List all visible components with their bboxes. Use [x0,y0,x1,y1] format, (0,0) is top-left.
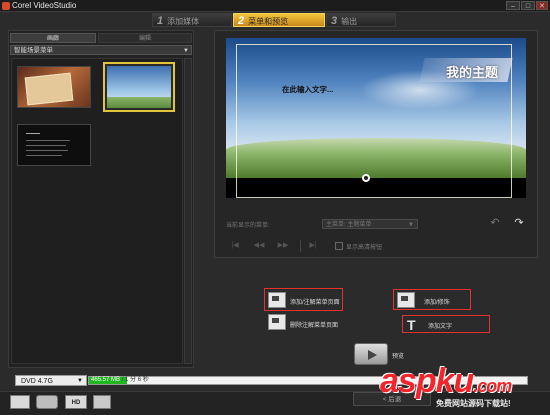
capacity-readout: 465.57 MB / 1 分 6 秒 [91,376,149,385]
disc-type-select[interactable]: DVD 4.7G ▼ [15,375,87,386]
step-label: 菜单和预览 [248,17,289,26]
previous-icon[interactable]: ◀◀ [252,241,266,251]
tab-edit[interactable]: 编辑 [98,33,192,43]
hd-dvd-icon[interactable]: HD [65,395,87,409]
go-to-start-icon[interactable]: |◀ [228,241,242,251]
close-button[interactable]: ✕ [536,1,548,10]
step-label: 输出 [341,17,358,26]
help-icon[interactable] [10,395,30,409]
watermark-slogan: 免费网站源码下载站! [436,399,511,408]
preview-button-label[interactable]: 预览 [392,351,404,360]
app-logo-icon [2,2,10,10]
step-output[interactable]: 3 输出 [326,13,396,27]
text-icon: T [407,317,416,333]
watermark-logo: aspku.com [380,362,512,401]
toolbar-divider [300,240,301,252]
disc-type-value: DVD 4.7G [21,378,53,385]
current-menu-value: 主菜单: 主题菜单 [326,222,372,228]
maximize-button[interactable]: □ [521,1,535,10]
capacity-size: 465.57 MB [91,377,121,383]
hd-button-label: 显示高清按钮 [346,245,383,251]
chevron-down-icon: ▼ [77,378,83,384]
navigation-button-icon[interactable] [362,174,370,182]
hd-button-checkbox[interactable] [335,242,343,250]
add-chapter-label: 添加/注解菜单页面 [290,300,340,306]
category-select[interactable]: 智能场景菜单 ▼ [10,45,192,55]
chevron-down-icon: ▼ [408,222,414,228]
menu-main-title[interactable]: 我的主题 [446,62,498,81]
tab-gallery[interactable]: 画廊 [10,33,96,43]
menu-template-thumbnail[interactable] [17,124,91,166]
gear-icon[interactable] [36,395,58,409]
motion-filter-icon [397,292,415,308]
vertical-scrollbar[interactable] [184,58,192,364]
step-number: 1 [157,15,164,27]
step-menu-preview[interactable]: 2 菜单和预览 [233,13,325,27]
chevron-down-icon: ▼ [183,48,189,54]
redo-icon[interactable]: ↷ [513,217,525,229]
current-menu-select[interactable]: 主菜单: 主题菜单 ▼ [322,219,418,229]
watermark-brand: aspku [380,362,474,400]
delete-chapter-icon[interactable] [268,314,286,330]
menu-template-thumbnail-selected[interactable] [103,62,175,112]
minimize-button[interactable]: – [506,1,520,10]
go-to-end-icon[interactable]: ▶| [306,241,320,251]
menu-sub-title[interactable]: 在此输入文字... [282,84,333,95]
watermark-tld: .com [473,376,512,396]
step-add-media[interactable]: 1 添加媒体 [152,13,232,27]
step-number: 2 [238,15,245,27]
undo-icon[interactable]: ↶ [489,217,501,229]
title-bar [0,0,550,12]
step-number: 3 [331,15,338,27]
delete-chapter-button[interactable]: 删除注解菜单页面 [290,320,338,329]
add-filter-label: 添加/修饰 [424,300,450,306]
add-chapter-icon [268,292,286,308]
printer-icon[interactable] [93,395,111,409]
category-select-value: 智能场景菜单 [14,47,53,54]
capacity-duration: / 1 分 6 秒 [121,377,149,383]
menu-template-thumbnail[interactable] [17,66,91,108]
step-label: 添加媒体 [167,17,200,26]
current-menu-label: 当前显示的菜单: [226,223,270,229]
next-icon[interactable]: ▶▶ [276,241,290,251]
app-title: Corel VideoStudio [12,1,77,10]
add-text-label: 添加文字 [428,324,453,330]
